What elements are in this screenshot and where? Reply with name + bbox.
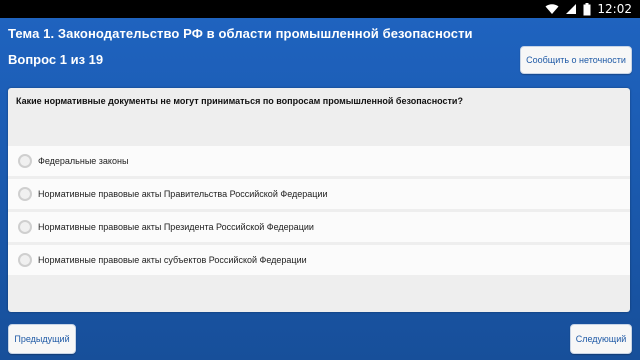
answer-option-label: Федеральные законы [38, 156, 129, 166]
battery-icon [583, 2, 591, 15]
clock: 12:02 [597, 2, 632, 16]
previous-button[interactable]: Предыдущий [8, 324, 76, 354]
answer-option-label: Нормативные правовые акты Правительства … [38, 189, 328, 199]
question-text: Какие нормативные документы не могут при… [16, 96, 463, 106]
status-bar: 12:02 [0, 0, 640, 18]
answer-option-1[interactable]: Федеральные законы [8, 146, 630, 176]
answer-option-4[interactable]: Нормативные правовые акты субъектов Росс… [8, 245, 630, 275]
status-icons: 12:02 [545, 0, 632, 18]
report-error-button[interactable]: Сообщить о неточности [520, 46, 632, 74]
answer-option-label: Нормативные правовые акты субъектов Росс… [38, 255, 307, 265]
answer-option-3[interactable]: Нормативные правовые акты Президента Рос… [8, 212, 630, 242]
radio-button[interactable] [18, 220, 32, 234]
radio-button[interactable] [18, 154, 32, 168]
radio-button[interactable] [18, 187, 32, 201]
answer-option-2[interactable]: Нормативные правовые акты Правительства … [8, 179, 630, 209]
next-button[interactable]: Следующий [570, 324, 632, 354]
question-panel: Какие нормативные документы не могут при… [8, 88, 630, 312]
answer-options: Федеральные законы Нормативные правовые … [8, 146, 630, 275]
radio-button[interactable] [18, 253, 32, 267]
topic-title: Тема 1. Законодательство РФ в области пр… [8, 26, 473, 41]
signal-icon [566, 4, 577, 14]
wifi-icon [545, 4, 559, 14]
question-counter: Вопрос 1 из 19 [8, 52, 104, 67]
answer-option-label: Нормативные правовые акты Президента Рос… [38, 222, 314, 232]
